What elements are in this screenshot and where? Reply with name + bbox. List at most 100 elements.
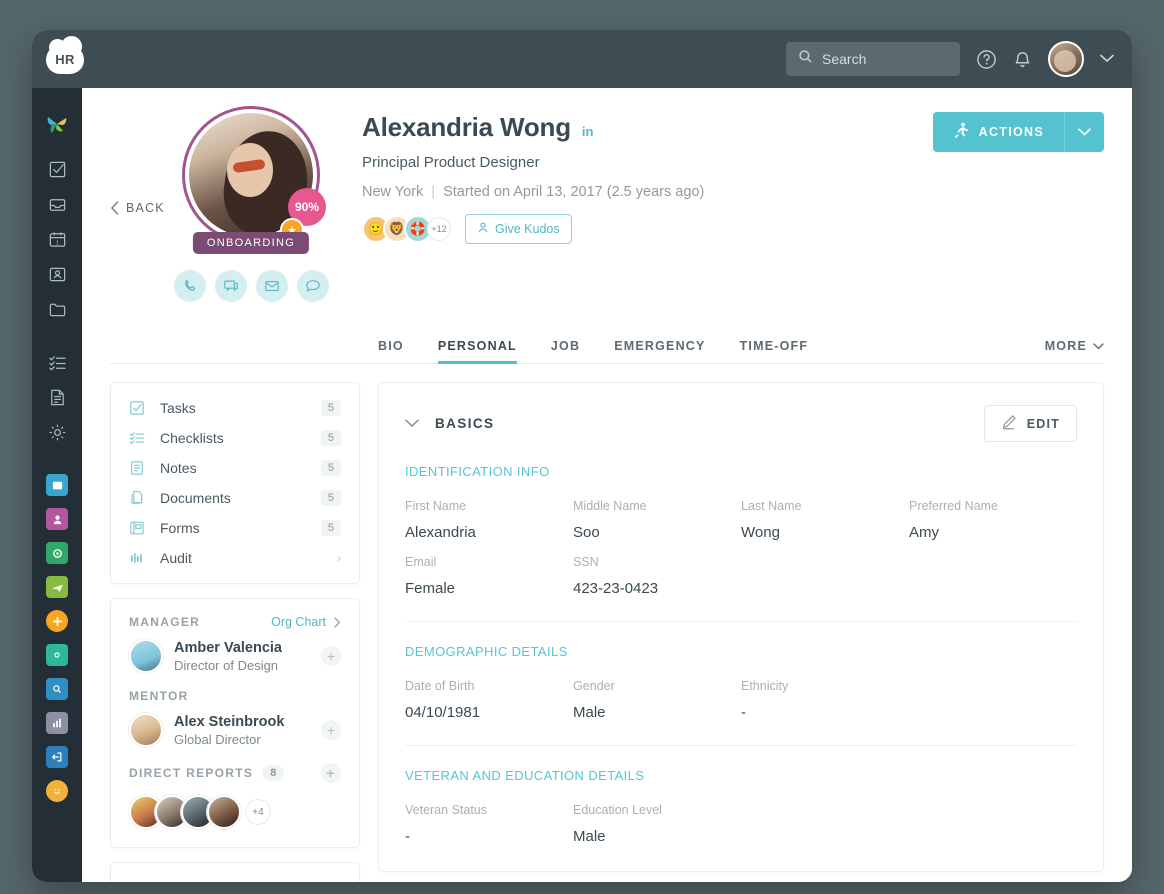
linkedin-icon[interactable]: in — [582, 124, 594, 139]
add-mentor-button[interactable]: + — [321, 720, 341, 740]
profile-sidebar: Tasks 5 Checklists 5 Notes 5 Documents 5… — [110, 382, 360, 882]
manager-row[interactable]: Amber Valencia Director of Design + — [129, 639, 341, 673]
field-key: Date of Birth — [405, 679, 475, 693]
job-title: Principal Product Designer — [362, 154, 540, 171]
kudos-overflow-count[interactable]: +12 — [427, 217, 451, 241]
add-direct-report-button[interactable]: + — [321, 763, 341, 783]
mentor-header: MENTOR — [129, 689, 341, 703]
sidebar-label: Audit — [160, 550, 192, 566]
app-icon-smiley[interactable] — [46, 780, 68, 802]
demographic-values-row: 04/10/1981 Male - — [405, 693, 1077, 721]
rail-item-checkbox[interactable] — [32, 152, 82, 186]
mentor-role: Global Director — [174, 731, 261, 747]
rail-item-contact-card[interactable] — [32, 257, 82, 291]
actions-label: ACTIONS — [978, 125, 1044, 139]
app-icon-plane[interactable] — [46, 576, 68, 598]
org-chart-link[interactable]: Org Chart — [271, 615, 341, 629]
veteran-keys-row: Veteran Status Education Level — [405, 789, 1077, 817]
app-icon-exit[interactable] — [46, 746, 68, 768]
tab-time-off[interactable]: TIME-OFF — [740, 339, 809, 363]
field-key: Veteran Status — [405, 803, 488, 817]
direct-reports-overflow[interactable]: +4 — [245, 799, 271, 825]
app-icon-badge[interactable] — [46, 508, 68, 530]
field-value: Wong — [741, 524, 780, 541]
actions-button[interactable]: ACTIONS — [932, 112, 1064, 152]
help-circle-icon[interactable] — [976, 49, 997, 70]
hr-logo[interactable]: HR — [46, 36, 84, 74]
app-icon-plus[interactable] — [46, 610, 68, 632]
field-key: Email — [405, 555, 437, 569]
rail-item-calendar[interactable]: 1 — [32, 222, 82, 256]
tab-bio[interactable]: BIO — [378, 339, 404, 363]
field-key: Middle Name — [573, 499, 647, 513]
rail-item-checklist[interactable] — [32, 345, 82, 379]
avatar — [129, 639, 163, 673]
sidebar-label: Notes — [160, 460, 197, 476]
app-icon-award[interactable] — [46, 542, 68, 564]
rail-item-folder[interactable] — [32, 292, 82, 326]
edit-basics-button[interactable]: EDIT — [983, 405, 1077, 442]
actions-chevron-down-icon[interactable] — [1064, 112, 1104, 152]
identification-values-row-2: Female 423-23-0423 — [405, 569, 1077, 597]
field-value: Amy — [909, 524, 939, 541]
field-value: Female — [405, 580, 456, 597]
mentor-label: MENTOR — [129, 689, 189, 703]
field-value: 423-23-0423 — [573, 580, 659, 597]
direct-reports-count: 8 — [262, 765, 285, 781]
butterfly-logo[interactable] — [32, 102, 82, 146]
field-key: Education Level — [573, 803, 662, 817]
identification-keys-row-2: Email SSN — [405, 541, 1077, 569]
contact-action-buttons — [173, 270, 329, 302]
app-icon-search-doc[interactable] — [46, 678, 68, 700]
rail-item-gear[interactable] — [32, 415, 82, 449]
sidebar-item-notes[interactable]: Notes 5 — [111, 453, 359, 483]
tab-more[interactable]: MORE — [1045, 339, 1104, 363]
user-avatar[interactable] — [1048, 41, 1084, 77]
sidebar-item-audit[interactable]: Audit › — [111, 543, 359, 573]
app-icon-book[interactable] — [46, 474, 68, 496]
collapse-basics-chevron-down-icon[interactable] — [405, 415, 419, 433]
user-menu-chevron-down-icon[interactable] — [1100, 50, 1114, 68]
sidebar-item-tasks[interactable]: Tasks 5 — [111, 393, 359, 423]
back-button[interactable]: BACK — [110, 106, 176, 302]
chevron-right-icon: › — [337, 551, 341, 565]
direct-reports-avatars: +4 — [129, 795, 341, 829]
rail-item-document[interactable] — [32, 380, 82, 414]
tab-personal[interactable]: PERSONAL — [437, 339, 517, 364]
forms-icon — [129, 520, 146, 536]
actions-button-group: ACTIONS — [932, 112, 1104, 152]
identification-keys-row: First Name Middle Name Last Name Preferr… — [405, 485, 1077, 513]
give-kudos-label: Give Kudos — [495, 222, 560, 236]
tab-job[interactable]: JOB — [551, 339, 580, 363]
avatar[interactable] — [207, 795, 241, 829]
tab-emergency[interactable]: EMERGENCY — [614, 339, 705, 363]
sidebar-item-forms[interactable]: Forms 5 — [111, 513, 359, 543]
page-title: Alexandria Wong — [362, 112, 571, 142]
profile-tabs: BIO PERSONAL JOB EMERGENCY TIME-OFF MORE — [110, 326, 1104, 364]
notes-icon — [129, 460, 146, 476]
direct-reports-label: DIRECT REPORTS — [129, 766, 254, 780]
sidebar-count: 5 — [320, 430, 341, 446]
detail-panels: BASICS EDIT IDENTIFICATION INFO First Na… — [378, 382, 1104, 882]
sidebar-item-checklists[interactable]: Checklists 5 — [111, 423, 359, 453]
app-icon-gear[interactable] — [46, 644, 68, 666]
veteran-values-row: - Male — [405, 817, 1077, 845]
email-icon[interactable] — [255, 270, 288, 302]
add-manager-button[interactable]: + — [321, 646, 341, 666]
search-input[interactable]: Search — [786, 42, 960, 76]
veteran-education-label: VETERAN AND EDUCATION DETAILS — [405, 768, 645, 783]
app-icon-report[interactable] — [46, 712, 68, 734]
phone-icon[interactable] — [173, 270, 206, 302]
audit-icon — [129, 550, 146, 566]
mentor-row[interactable]: Alex Steinbrook Global Director + — [129, 713, 341, 747]
edit-label: EDIT — [1026, 416, 1060, 431]
field-key: Gender — [573, 679, 615, 693]
comment-icon[interactable] — [296, 270, 329, 302]
chat-icon[interactable] — [214, 270, 247, 302]
app-window: HR Search 1 BACK 90% ★ ONBOARDING Alexan… — [32, 30, 1132, 882]
chevron-right-icon — [334, 616, 341, 628]
give-kudos-button[interactable]: Give Kudos — [465, 214, 572, 244]
sidebar-item-documents[interactable]: Documents 5 — [111, 483, 359, 513]
bell-icon[interactable] — [1013, 49, 1032, 70]
rail-item-inbox[interactable] — [32, 187, 82, 221]
